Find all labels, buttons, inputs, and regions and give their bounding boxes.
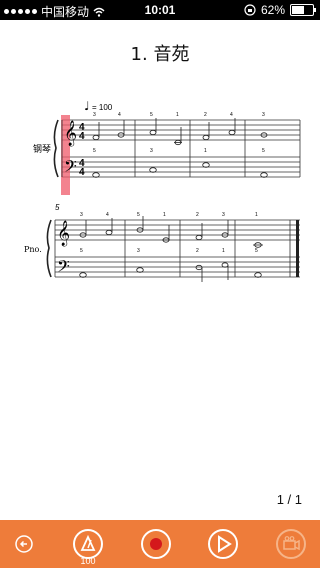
status-bar: 中国移动 10:01 62% bbox=[0, 0, 320, 20]
instrument-name-1: 钢琴 bbox=[33, 143, 51, 155]
fingering: 1 bbox=[176, 112, 179, 118]
fingering: 3 bbox=[80, 212, 83, 218]
fingering: 3 bbox=[93, 112, 96, 118]
fingering: 3 bbox=[137, 248, 140, 254]
battery-icon bbox=[290, 4, 316, 16]
fingering: 1 bbox=[255, 212, 258, 218]
back-icon[interactable] bbox=[8, 528, 40, 560]
system1-treble-notes bbox=[92, 118, 268, 146]
video-icon[interactable] bbox=[275, 528, 307, 560]
quarter-note-icon: ♩ bbox=[84, 99, 90, 113]
fingering: 2 bbox=[196, 212, 199, 218]
bottom-toolbar: 100 bbox=[0, 520, 320, 568]
system1-treble-clef: 𝄞 bbox=[64, 120, 77, 146]
score-title: 1. 音苑 bbox=[130, 44, 190, 65]
system1-brace bbox=[53, 119, 59, 178]
fingering: 3 bbox=[150, 148, 153, 154]
fingering: 5 bbox=[255, 248, 258, 254]
system2-treble-fingerings: 3 4 5 1 2 3 1 bbox=[80, 212, 258, 218]
battery-percent: 62% bbox=[260, 3, 285, 17]
instrument-name-2: Pno. bbox=[24, 245, 42, 254]
fingering: 3 bbox=[222, 212, 225, 218]
system2-brace bbox=[46, 219, 52, 278]
fingering: 1 bbox=[163, 212, 166, 218]
system2-bass-clef: 𝄢 bbox=[57, 256, 70, 280]
fingering: 1 bbox=[204, 148, 207, 154]
system1-bass-notes bbox=[92, 162, 268, 178]
system1-bass-fingerings: 5 3 1 5 bbox=[93, 148, 265, 154]
fingering: 4 bbox=[106, 212, 109, 218]
system1-treble-fingerings: 3 4 5 1 2 4 3 bbox=[93, 112, 265, 118]
rotation-lock-icon bbox=[244, 4, 256, 16]
measure-number: 5 bbox=[55, 203, 60, 212]
system1-bass-staff bbox=[62, 156, 300, 178]
final-barline bbox=[296, 220, 299, 277]
system2-bass-staff bbox=[55, 256, 300, 278]
fingering: 2 bbox=[204, 112, 207, 118]
tempo-marking: = 100 bbox=[92, 103, 113, 112]
play-icon[interactable] bbox=[207, 528, 239, 560]
fingering: 4 bbox=[118, 112, 121, 118]
system2-bass-fingerings: 5 3 2 1 5 bbox=[80, 248, 258, 254]
system2-treble-staff bbox=[55, 219, 300, 241]
sheet-music: 𝄞 𝄢 4 4 4 4 ♩ = 100 钢琴 3 4 5 1 2 4 3 5 3… bbox=[24, 99, 301, 282]
time-sig-bottom: 4 bbox=[79, 131, 85, 142]
time-sig-bottom-bass: 4 bbox=[79, 167, 85, 178]
fingering: 2 bbox=[196, 248, 199, 254]
fingering: 5 bbox=[93, 148, 96, 154]
system1-bass-clef: 𝄢 bbox=[64, 156, 77, 180]
record-icon[interactable] bbox=[140, 528, 172, 560]
fingering: 5 bbox=[80, 248, 83, 254]
fingering: 1 bbox=[222, 248, 225, 254]
fingering: 4 bbox=[230, 112, 233, 118]
fingering: 3 bbox=[262, 112, 265, 118]
fingering: 5 bbox=[150, 112, 153, 118]
fingering: 5 bbox=[262, 148, 265, 154]
page-indicator: 1 / 1 bbox=[276, 492, 302, 507]
system2-treble-clef: 𝄞 bbox=[57, 220, 70, 246]
tempo-value: 100 bbox=[80, 556, 96, 566]
fingering: 5 bbox=[137, 212, 140, 218]
system2-treble-notes bbox=[79, 216, 263, 248]
status-right: 62% bbox=[244, 3, 316, 17]
